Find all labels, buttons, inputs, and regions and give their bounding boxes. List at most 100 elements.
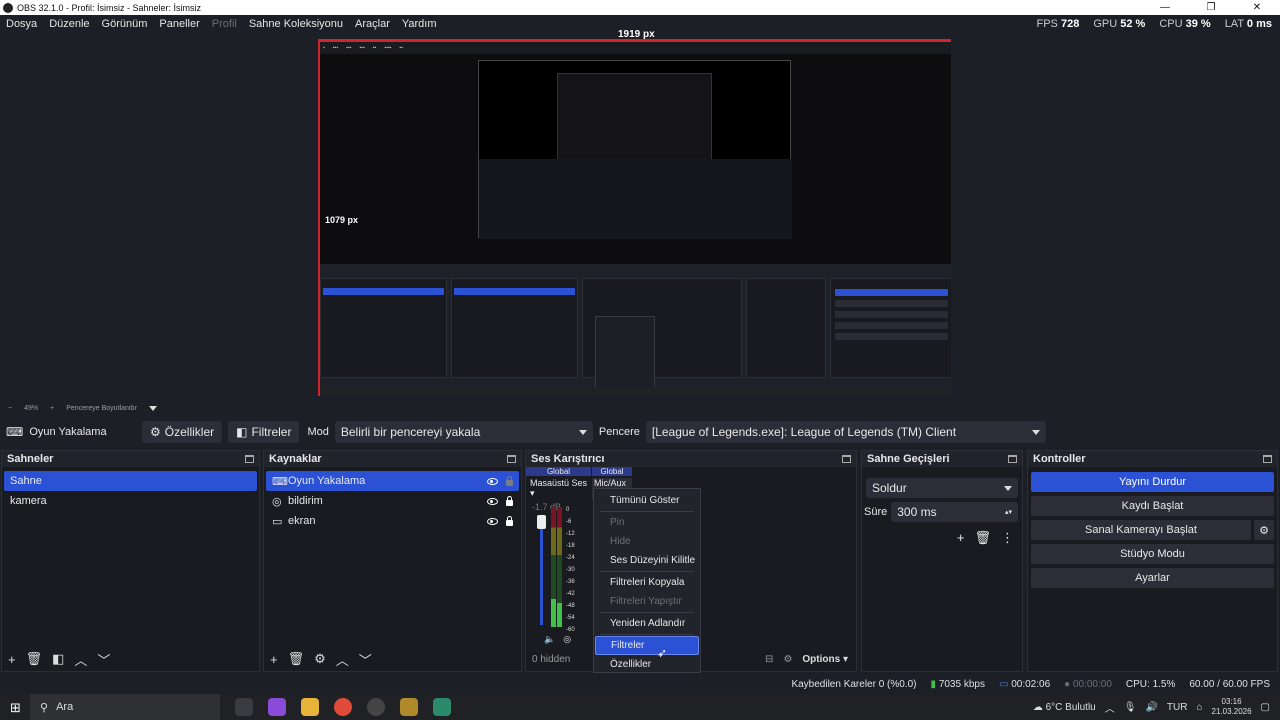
duration-input[interactable]: 300 ms ▴▾ xyxy=(891,502,1018,522)
menu-profile[interactable]: Profil xyxy=(206,18,243,30)
menu-paste-filters[interactable]: Filtreleri Yapıştır xyxy=(595,592,699,611)
menu-scene-collection[interactable]: Sahne Koleksiyonu xyxy=(243,18,349,30)
menu-file[interactable]: Dosya xyxy=(0,18,43,30)
zoom-in-button[interactable]: + xyxy=(50,405,54,412)
layout-icon[interactable]: ⊟ xyxy=(765,654,773,665)
lock-icon[interactable] xyxy=(506,475,513,486)
options-button[interactable]: Options ▾ xyxy=(802,654,848,665)
menu-edit[interactable]: Düzenle xyxy=(43,18,95,30)
add-icon[interactable]: + xyxy=(8,652,16,667)
undock-icon[interactable] xyxy=(1263,455,1272,463)
virtual-camera-settings-icon[interactable]: ⚙ xyxy=(1254,520,1274,540)
volume-slider-handle[interactable] xyxy=(537,515,546,529)
menu-docks[interactable]: Paneller xyxy=(153,18,205,30)
speaker-icon[interactable]: 🔈 xyxy=(544,634,555,645)
add-icon[interactable]: + xyxy=(957,530,965,546)
file-explorer-icon[interactable] xyxy=(301,698,319,716)
chrome-icon[interactable] xyxy=(334,698,352,716)
microphone-icon[interactable]: 🎙 xyxy=(1124,702,1137,713)
virtual-camera-button[interactable]: Sanal Kamerayı Başlat xyxy=(1031,520,1251,540)
eye-icon[interactable] xyxy=(487,477,498,485)
lock-icon[interactable] xyxy=(506,495,513,506)
undock-icon[interactable] xyxy=(842,455,851,463)
league-icon[interactable] xyxy=(400,698,418,716)
scenes-title: Sahneler xyxy=(7,453,54,465)
more-icon[interactable]: ⋮ xyxy=(1001,530,1014,546)
channel-name[interactable]: Masaüstü Ses ▾ xyxy=(526,478,591,499)
lock-icon[interactable] xyxy=(506,515,513,526)
undock-icon[interactable] xyxy=(245,455,254,463)
menu-view[interactable]: Görünüm xyxy=(96,18,154,30)
menu-show-all[interactable]: Tümünü Göster xyxy=(595,491,699,510)
task-view-icon[interactable] xyxy=(235,698,253,716)
maximize-button[interactable]: ❐ xyxy=(1188,0,1234,15)
chevron-down-icon[interactable]: ﹀ xyxy=(359,650,372,669)
network-icon[interactable]: ⌂ xyxy=(1196,702,1202,713)
app-icon[interactable] xyxy=(433,698,451,716)
mixer-settings-icon[interactable]: ⚙ xyxy=(783,654,792,665)
source-item[interactable]: ⌨ Oyun Yakalama xyxy=(266,471,519,491)
eye-icon[interactable] xyxy=(487,497,498,505)
studio-mode-button[interactable]: Stüdyo Modu xyxy=(1031,544,1274,564)
zoom-bar: − 49% + Pencereye Boyutlandır xyxy=(0,401,1280,416)
filters-button[interactable]: ◧ Filtreler xyxy=(228,421,300,443)
trash-icon[interactable]: 🗑 xyxy=(26,651,43,667)
monitor-audio-icon[interactable]: ◎ xyxy=(563,634,571,645)
undock-icon[interactable] xyxy=(507,455,516,463)
chevron-up-icon[interactable]: ︿ xyxy=(74,650,87,669)
chevron-up-icon[interactable]: ︿ xyxy=(1105,700,1115,715)
chevron-down-icon[interactable]: ﹀ xyxy=(97,650,110,669)
menu-tools[interactable]: Araçlar xyxy=(349,18,396,30)
menu-filters[interactable]: Filtreler xyxy=(595,636,699,655)
windows-taskbar: ⊞ ⚲ Ara ☁ 6°C Bulutlu ︿ 🎙 🔊 TUR ⌂ 03:16 21… xyxy=(0,694,1280,720)
transitions-title: Sahne Geçişleri xyxy=(867,453,950,465)
start-record-button[interactable]: Kaydı Başlat xyxy=(1031,496,1274,516)
eye-icon[interactable] xyxy=(487,517,498,525)
window-select[interactable]: [League of Legends.exe]: League of Legen… xyxy=(645,421,1046,443)
record-icon: ● xyxy=(1064,679,1071,690)
add-icon[interactable]: + xyxy=(270,652,278,667)
volume-slider[interactable] xyxy=(540,515,543,625)
settings-button[interactable]: Ayarlar xyxy=(1031,568,1274,588)
trash-icon[interactable]: 🗑 xyxy=(974,530,991,546)
menu-pin[interactable]: Pin xyxy=(595,513,699,532)
stop-stream-button[interactable]: Yayını Durdur xyxy=(1031,472,1274,492)
language[interactable]: TUR xyxy=(1167,702,1188,713)
spinner-icon[interactable]: ▴▾ xyxy=(1005,508,1012,516)
minimize-button[interactable]: — xyxy=(1142,0,1188,15)
scene-item[interactable]: Sahne xyxy=(4,471,257,491)
menu-properties[interactable]: Özellikler xyxy=(595,655,699,674)
taskbar-search[interactable]: ⚲ Ara xyxy=(30,694,220,720)
filter-icon[interactable]: ◧ xyxy=(52,651,64,667)
copilot-icon[interactable] xyxy=(268,698,286,716)
menu-help[interactable]: Yardım xyxy=(396,18,443,30)
windows-start-icon[interactable]: ⊞ xyxy=(10,700,21,716)
chevron-up-icon[interactable]: ︿ xyxy=(336,650,349,669)
close-button[interactable]: ✕ xyxy=(1234,0,1280,15)
undock-icon[interactable] xyxy=(1008,455,1017,463)
fit-to-window[interactable]: Pencereye Boyutlandır xyxy=(66,405,137,412)
zoom-dropdown[interactable] xyxy=(149,405,158,413)
obs-icon[interactable] xyxy=(367,698,385,716)
preview-area[interactable]: ▪ ▪▪▪ ▪▪▪ ▪▪▪ ▪▪ ▪▪▪▪ ▪▪ 1079 px 1919 px xyxy=(0,29,1280,401)
properties-button[interactable]: ⚙ Özellikler xyxy=(142,421,223,443)
transition-select[interactable]: Soldur xyxy=(866,478,1018,498)
stream-icon: ▭ xyxy=(998,679,1009,690)
clock[interactable]: 03:16 21.03.2026 xyxy=(1212,697,1252,717)
mouse-cursor-icon: ➶ xyxy=(657,646,668,660)
gear-icon[interactable]: ⚙ xyxy=(314,651,326,667)
menu-rename[interactable]: Yeniden Adlandır xyxy=(595,614,699,633)
preview-canvas[interactable]: ▪ ▪▪▪ ▪▪▪ ▪▪▪ ▪▪ ▪▪▪▪ ▪▪ 1079 px xyxy=(318,39,951,396)
source-item[interactable]: ▭ ekran xyxy=(266,511,519,531)
trash-icon[interactable]: 🗑 xyxy=(288,651,305,667)
zoom-out-button[interactable]: − xyxy=(8,405,12,412)
menu-hide[interactable]: Hide xyxy=(595,532,699,551)
notification-icon[interactable]: ▢ xyxy=(1261,702,1270,713)
source-item[interactable]: ◎ bildirim xyxy=(266,491,519,511)
menu-copy-filters[interactable]: Filtreleri Kopyala xyxy=(595,573,699,592)
scene-item[interactable]: kamera xyxy=(4,491,257,511)
menu-lock-volume[interactable]: Ses Düzeyini Kilitle xyxy=(595,551,699,570)
weather[interactable]: ☁ 6°C Bulutlu xyxy=(1033,702,1096,713)
mode-select[interactable]: Belirli bir pencereyi yakala xyxy=(334,421,593,443)
volume-icon[interactable]: 🔊 xyxy=(1145,702,1157,713)
